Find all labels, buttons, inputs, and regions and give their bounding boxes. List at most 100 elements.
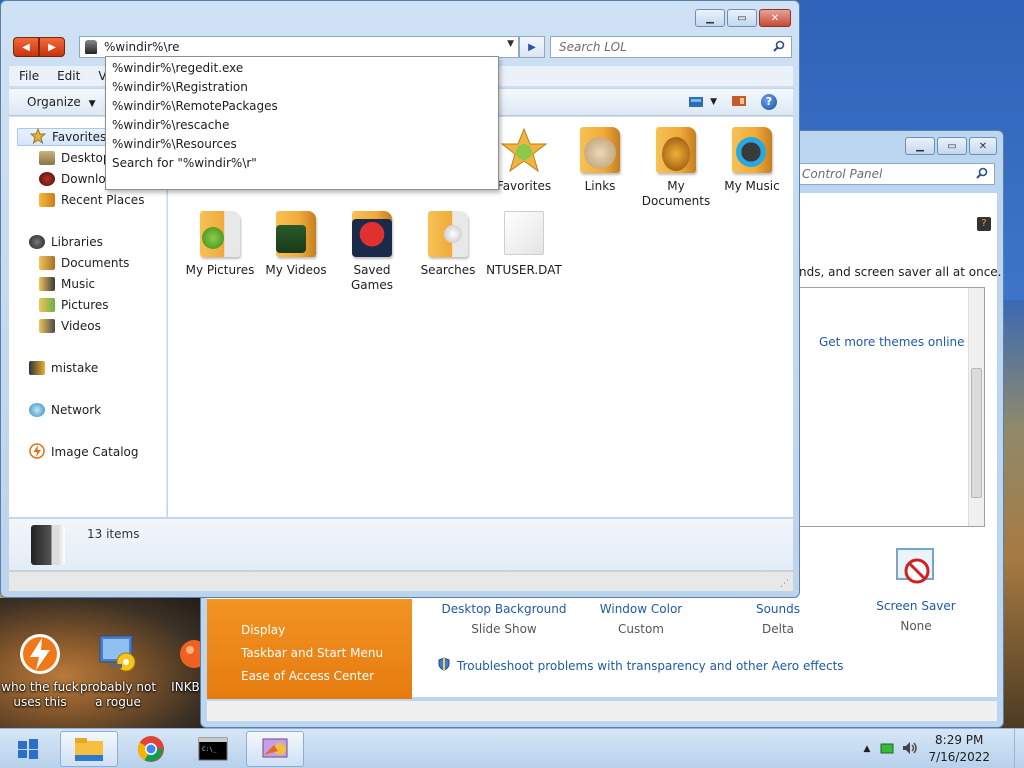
- preview-pane-button[interactable]: [731, 95, 747, 110]
- go-button[interactable]: ▶: [519, 36, 545, 58]
- address-input-value[interactable]: %windir%\re: [104, 40, 180, 54]
- nav-label: Recent Places: [61, 193, 145, 207]
- bolt-icon: [29, 442, 45, 462]
- window-color-option[interactable]: Window Color Custom: [591, 602, 691, 636]
- item-label: My Documents: [641, 179, 711, 208]
- start-button[interactable]: [6, 731, 50, 767]
- autocomplete-item[interactable]: %windir%\rescache: [106, 116, 498, 135]
- close-button[interactable]: ✕: [969, 137, 997, 155]
- maximize-button[interactable]: ▭: [937, 137, 967, 155]
- item-my-documents[interactable]: My Documents: [636, 127, 716, 209]
- clock[interactable]: 8:29 PM 7/16/2022: [928, 732, 990, 766]
- menu-file[interactable]: File: [19, 69, 39, 83]
- nav-documents[interactable]: Documents: [39, 254, 129, 272]
- nav-favorites[interactable]: Favorites: [17, 127, 117, 146]
- option-title: Window Color: [599, 602, 683, 616]
- recent-places-icon: [39, 193, 55, 207]
- back-button[interactable]: ◀: [13, 37, 39, 57]
- show-desktop-button[interactable]: [1014, 729, 1024, 768]
- desktop-icon-label: probably not a rogue: [79, 680, 157, 709]
- taskbar-personalization[interactable]: [246, 731, 304, 767]
- autocomplete-item[interactable]: %windir%\regedit.exe: [106, 59, 498, 78]
- autocomplete-item[interactable]: %windir%\RemotePackages: [106, 97, 498, 116]
- nav-libraries[interactable]: Libraries: [29, 233, 103, 251]
- address-dropdown-icon[interactable]: ▼: [507, 39, 514, 49]
- nav-videos[interactable]: Videos: [39, 317, 101, 335]
- volume-icon[interactable]: [902, 741, 918, 758]
- monitor-gears-icon: [96, 632, 140, 676]
- autocomplete-item[interactable]: %windir%\Resources: [106, 135, 498, 154]
- item-ntuser[interactable]: NTUSER.DAT: [484, 211, 564, 278]
- system-tray: ▲ 8:29 PM 7/16/2022: [864, 729, 1014, 768]
- organize-button[interactable]: Organize ▼: [27, 95, 96, 109]
- item-my-videos[interactable]: My Videos: [256, 211, 336, 278]
- ease-of-access-link[interactable]: Ease of Access Center: [241, 665, 412, 688]
- item-searches[interactable]: Searches: [408, 211, 488, 278]
- taskbar-explorer[interactable]: [60, 731, 118, 767]
- taskbar-start-menu-link[interactable]: Taskbar and Start Menu: [241, 642, 412, 665]
- themes-list[interactable]: [799, 287, 985, 527]
- nav-pictures[interactable]: Pictures: [39, 296, 109, 314]
- desktop-icon-2[interactable]: probably not a rogue: [78, 632, 158, 710]
- maximize-button[interactable]: ▭: [727, 9, 757, 27]
- search-input[interactable]: Search LOL: [550, 36, 792, 58]
- vertical-scrollbar[interactable]: [968, 288, 984, 526]
- nav-label: Network: [51, 403, 102, 417]
- network-icon: [29, 403, 45, 417]
- address-bar[interactable]: %windir%\re ▼: [79, 36, 519, 58]
- view-options-button[interactable]: ▼: [688, 96, 717, 108]
- display-link[interactable]: Display: [241, 619, 412, 642]
- taskbar-chrome[interactable]: [122, 731, 180, 767]
- help-icon[interactable]: ?: [977, 217, 991, 231]
- search-placeholder: Search LOL: [559, 40, 627, 54]
- nav-recent-places[interactable]: Recent Places: [39, 191, 144, 209]
- show-hidden-icons-button[interactable]: ▲: [864, 744, 871, 754]
- window-controls: ▁ ▭ ✕: [905, 137, 997, 155]
- autocomplete-search-for[interactable]: Search for "%windir%\r": [106, 154, 498, 173]
- option-value: Delta: [761, 622, 794, 636]
- file-icon: [500, 211, 548, 259]
- folder-location-icon: [85, 40, 97, 54]
- nav-label: Image Catalog: [51, 445, 139, 459]
- taskbar-cmd[interactable]: C:\_: [184, 731, 242, 767]
- menu-edit[interactable]: Edit: [57, 69, 80, 83]
- clock-time: 8:29 PM: [935, 733, 984, 747]
- item-my-music[interactable]: My Music: [712, 127, 792, 194]
- nav-music[interactable]: Music: [39, 275, 95, 293]
- battery-icon[interactable]: [880, 742, 894, 757]
- item-my-pictures[interactable]: My Pictures: [180, 211, 260, 278]
- nav-desktop[interactable]: Desktop: [39, 149, 111, 167]
- nav-user[interactable]: mistake: [29, 359, 98, 377]
- screen-saver-option[interactable]: Screen Saver None: [873, 545, 959, 633]
- help-icon[interactable]: ?: [761, 94, 777, 110]
- clock-date: 7/16/2022: [928, 750, 990, 764]
- get-more-themes-link[interactable]: Get more themes online: [819, 335, 965, 349]
- search-placeholder: Control Panel: [802, 167, 883, 181]
- explorer-window[interactable]: ▁ ▭ ✕ ◀ ▶ %windir%\re ▼ ▶ Search LOL Fil…: [0, 0, 800, 598]
- nav-label: Videos: [61, 319, 101, 333]
- nav-network[interactable]: Network: [29, 401, 101, 419]
- scrollbar-thumb[interactable]: [971, 368, 982, 498]
- resize-grip-icon[interactable]: ⋰: [780, 579, 789, 589]
- nav-image-catalog[interactable]: Image Catalog: [29, 442, 139, 462]
- minimize-button[interactable]: ▁: [905, 137, 935, 155]
- autocomplete-item[interactable]: %windir%\Registration: [106, 78, 498, 97]
- window-footer: [207, 701, 997, 721]
- item-label: NTUSER.DAT: [486, 263, 562, 277]
- item-label: My Music: [724, 179, 780, 193]
- downloads-icon: [39, 172, 55, 186]
- option-title: Screen Saver: [876, 599, 956, 613]
- control-panel-search[interactable]: Control Panel: [795, 163, 995, 185]
- troubleshoot-aero-link[interactable]: Troubleshoot problems with transparency …: [437, 657, 844, 674]
- desktop-icon-label: who the fuck uses this: [1, 680, 79, 709]
- item-label: Saved Games: [351, 263, 393, 292]
- forward-button[interactable]: ▶: [39, 37, 65, 57]
- item-links[interactable]: Links: [560, 127, 640, 194]
- item-saved-games[interactable]: Saved Games: [332, 211, 412, 293]
- desktop-icon-1[interactable]: who the fuck uses this: [0, 632, 80, 710]
- minimize-button[interactable]: ▁: [695, 9, 725, 27]
- chrome-icon: [137, 736, 164, 762]
- desktop-background-option[interactable]: Desktop Background Slide Show: [437, 602, 571, 636]
- sounds-option[interactable]: Sounds Delta: [741, 602, 815, 636]
- close-button[interactable]: ✕: [759, 9, 791, 27]
